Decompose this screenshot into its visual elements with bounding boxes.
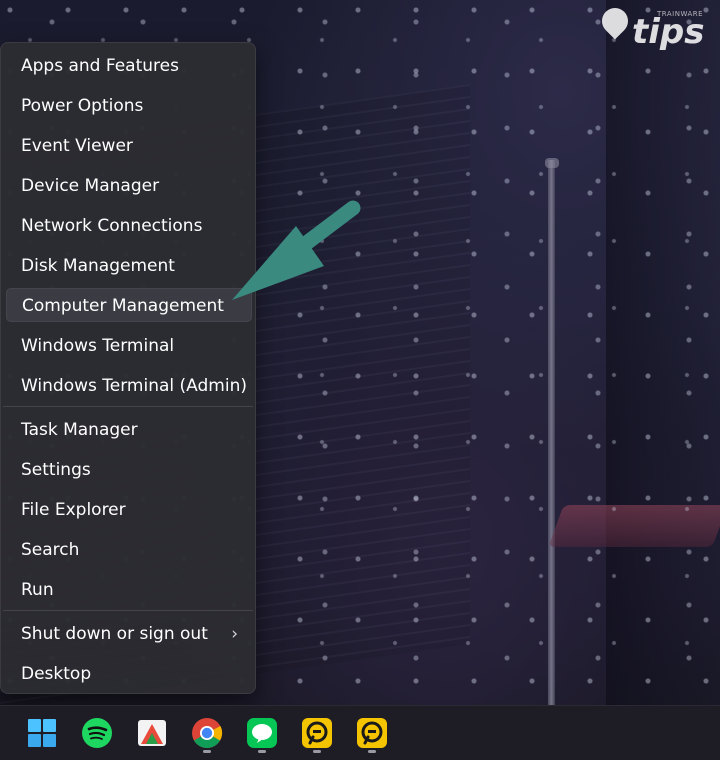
menu-item-windows-terminal-admin[interactable]: Windows Terminal (Admin) (6, 369, 252, 403)
menu-item-label: Computer Management (22, 296, 224, 316)
ld-player-icon[interactable] (300, 716, 334, 750)
menu-item-label: Search (21, 540, 80, 560)
snipping-tool-icon[interactable] (135, 716, 169, 750)
logo-small-text: TRAINWARE (657, 10, 704, 18)
chrome-icon[interactable] (190, 716, 224, 750)
menu-item-label: Network Connections (21, 216, 203, 236)
menu-item-task-manager[interactable]: Task Manager (6, 413, 252, 447)
menu-item-windows-terminal[interactable]: Windows Terminal (6, 329, 252, 363)
menu-item-power-options[interactable]: Power Options (6, 89, 252, 123)
menu-item-label: Run (21, 580, 54, 600)
logo-word: tips (632, 12, 705, 52)
menu-item-label: Windows Terminal (21, 336, 175, 356)
menu-item-label: Task Manager (21, 420, 138, 440)
ld-player-icon[interactable] (355, 716, 389, 750)
menu-item-disk-management[interactable]: Disk Management (6, 249, 252, 283)
menu-item-shut-down-or-sign-out[interactable]: Shut down or sign out › (6, 617, 252, 651)
line-icon[interactable] (245, 716, 279, 750)
running-indicator (313, 750, 321, 753)
menu-item-label: Shut down or sign out (21, 624, 208, 644)
menu-item-apps-and-features[interactable]: Apps and Features (6, 49, 252, 83)
menu-item-network-connections[interactable]: Network Connections (6, 209, 252, 243)
menu-item-label: Desktop (21, 664, 92, 684)
menu-item-computer-management[interactable]: Computer Management (6, 288, 252, 322)
chevron-right-icon: › (231, 624, 238, 644)
menu-item-file-explorer[interactable]: File Explorer (6, 493, 252, 527)
running-indicator (258, 750, 266, 753)
menu-item-label: Event Viewer (21, 136, 133, 156)
menu-item-label: Power Options (21, 96, 144, 116)
taskbar (0, 705, 720, 760)
desktop-wallpaper: tips TRAINWARE Apps and Features Power O… (0, 0, 720, 760)
menu-separator (3, 406, 253, 407)
menu-item-settings[interactable]: Settings (6, 453, 252, 487)
menu-item-label: Apps and Features (21, 56, 179, 76)
tips-logo: tips TRAINWARE (596, 2, 712, 52)
windows-start-icon[interactable] (25, 716, 59, 750)
winx-context-menu: Apps and Features Power Options Event Vi… (0, 42, 256, 694)
menu-separator (3, 610, 253, 611)
running-indicator (203, 750, 211, 753)
menu-item-label: Settings (21, 460, 91, 480)
spotify-icon[interactable] (80, 716, 114, 750)
menu-item-event-viewer[interactable]: Event Viewer (6, 129, 252, 163)
menu-item-label: Disk Management (21, 256, 175, 276)
menu-item-label: Device Manager (21, 176, 160, 196)
logo-pin-icon (596, 2, 634, 40)
menu-item-label: Windows Terminal (Admin) (21, 376, 247, 396)
menu-item-label: File Explorer (21, 500, 126, 520)
menu-item-search[interactable]: Search (6, 533, 252, 567)
menu-item-desktop[interactable]: Desktop (6, 657, 252, 691)
running-indicator (368, 750, 376, 753)
menu-item-run[interactable]: Run (6, 573, 252, 607)
menu-item-device-manager[interactable]: Device Manager (6, 169, 252, 203)
